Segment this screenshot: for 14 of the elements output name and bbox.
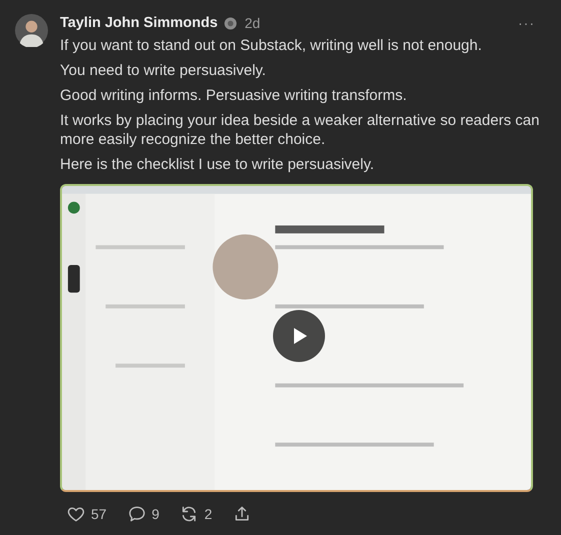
post-text: You need to write persuasively. xyxy=(60,61,267,80)
comment-icon xyxy=(126,504,147,524)
restack-button[interactable]: 2 xyxy=(179,504,212,524)
comment-button[interactable]: 9 xyxy=(126,504,160,524)
more-button[interactable]: ··· xyxy=(508,15,545,31)
post-text: Good writing informs. Persuasive writing transforms. xyxy=(60,86,408,105)
author-name[interactable]: Taylin John Simmonds xyxy=(60,15,218,31)
post-text: It works by placing your idea beside a weaker alternative so readers can more easily recognize the better choice. xyxy=(60,111,540,149)
like-button[interactable]: 57 xyxy=(66,504,107,524)
post-time: 2d xyxy=(244,15,260,31)
post-text: If you want to stand out on Substack, writing well is not enough. xyxy=(60,36,483,55)
post-text: Here is the checklist I use to write persuasively. xyxy=(60,155,376,174)
avatar[interactable] xyxy=(15,14,48,47)
badge-icon xyxy=(224,16,237,30)
